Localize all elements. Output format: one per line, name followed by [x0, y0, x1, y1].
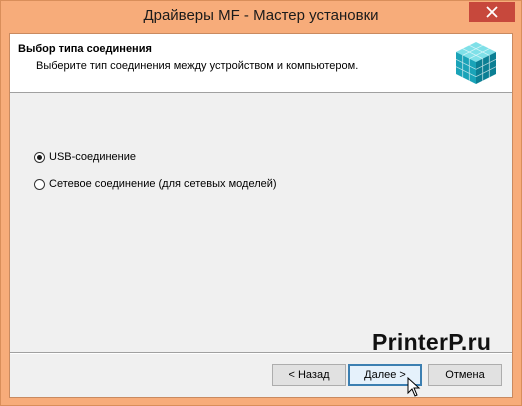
connection-type-options: USB-соединение Сетевое соединение (для с…: [34, 150, 277, 204]
close-button[interactable]: [469, 2, 515, 22]
wizard-header: Выбор типа соединения Выберите тип соеди…: [10, 34, 512, 93]
cube-grid-icon: [455, 42, 497, 84]
usb-option-label[interactable]: USB-соединение: [49, 151, 136, 163]
window-title: Драйверы MF - Мастер установки: [143, 7, 379, 24]
network-radio-button[interactable]: [34, 178, 45, 190]
installer-window: Драйверы MF - Мастер установки Выбор тип…: [0, 0, 522, 406]
page-subtitle: Выберите тип соединения между устройство…: [36, 60, 359, 72]
page-title: Выбор типа соединения: [18, 43, 152, 55]
network-connection-option[interactable]: Сетевое соединение (для сетевых моделей): [34, 177, 277, 191]
usb-radio-button[interactable]: [34, 151, 45, 163]
cancel-button[interactable]: Отмена: [428, 364, 502, 386]
back-button[interactable]: < Назад: [272, 364, 346, 386]
close-icon: [486, 6, 498, 18]
footer-divider: [10, 352, 512, 354]
title-bar[interactable]: Драйверы MF - Мастер установки: [1, 1, 521, 33]
mouse-pointer-icon: [407, 377, 421, 397]
network-option-label[interactable]: Сетевое соединение (для сетевых моделей): [49, 178, 277, 190]
usb-connection-option[interactable]: USB-соединение: [34, 150, 277, 164]
wizard-body: Выбор типа соединения Выберите тип соеди…: [9, 33, 513, 398]
